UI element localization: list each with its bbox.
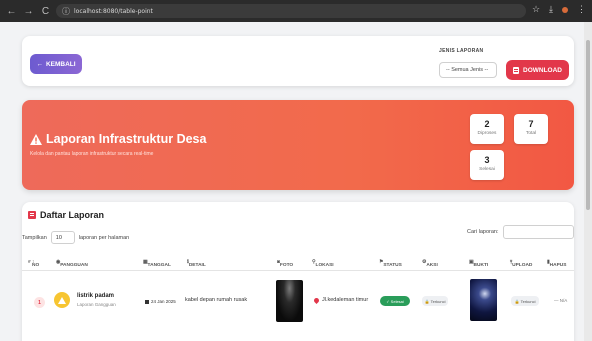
menu-dots-icon[interactable]: ⋮ [577, 4, 586, 15]
report-category: Laporan Gangguan [77, 302, 116, 307]
status-badge: ✓ Selesai [380, 296, 410, 306]
profile-avatar-icon[interactable] [562, 7, 568, 13]
stat-total: 7 Total [514, 114, 548, 144]
report-location-text: Jl.kedaleman timur [322, 297, 369, 303]
column-header-detail[interactable]: ℹ DETAIL [187, 260, 206, 268]
column-header-pangguan[interactable]: ◉ PANGGUAN [56, 260, 88, 268]
report-date-text: 24 Jan 2025 [151, 299, 176, 304]
stat-diproses: 2 Diproses [470, 114, 504, 144]
search-input[interactable] [503, 225, 574, 239]
page-scrollbar[interactable] [584, 22, 592, 341]
table-title-text: Daftar Laporan [40, 210, 105, 220]
report-type-select[interactable]: -- Semua Jenis -- [439, 62, 497, 78]
column-header-foto[interactable]: ◙ FOTO [277, 260, 293, 268]
stat-label: Selesai [479, 167, 495, 172]
table-row[interactable]: 1 listrik padam Laporan Gangguan 24 Jan … [22, 272, 574, 332]
report-photo[interactable] [276, 280, 303, 322]
bookmark-star-icon[interactable]: ☆ [532, 4, 540, 15]
column-header-no[interactable]: # NO ↕ [28, 260, 39, 268]
page-title-text: Laporan Infrastruktur Desa [46, 132, 207, 146]
download-button-label: DOWNLOAD [523, 66, 562, 74]
address-bar[interactable]: ⓘ localhost:8080/table-point [56, 4, 526, 18]
stat-value: 3 [484, 155, 490, 165]
back-button[interactable]: ← KEMBALI [30, 54, 82, 74]
search-label: Cari laporan: [467, 229, 499, 235]
calendar-icon [145, 299, 149, 304]
report-date: 24 Jan 2025 [145, 297, 176, 306]
scrollbar-thumb[interactable] [586, 40, 590, 210]
table-header: # NO ↕ ◉ PANGGUAN ▦ TANGGAL ℹ DETAIL ◙ F… [22, 257, 574, 269]
column-header-status[interactable]: ⚑ STATUS [379, 260, 402, 268]
report-detail: kabel depan rumah rusak [185, 297, 248, 303]
per-page-suffix: laporan per halaman [78, 234, 130, 241]
upload-locked-button[interactable]: 🔒 Terkunci [511, 296, 539, 306]
stat-label: Diproses [477, 131, 497, 136]
report-name: listrik padam [77, 293, 115, 299]
site-info-icon[interactable]: ⓘ [62, 6, 70, 17]
column-header-aksi[interactable]: ⚙ AKSI [422, 260, 438, 268]
show-label: Tampilkan [22, 234, 47, 241]
arrow-left-icon: ← [36, 60, 43, 68]
stat-selesai: 3 Selesai [470, 150, 504, 180]
aksi-locked-button[interactable]: 🔒 Terkunci [422, 296, 448, 306]
warning-icon [30, 133, 42, 145]
download-button[interactable]: DOWNLOAD [506, 60, 569, 80]
column-header-tanggal[interactable]: ▦ TANGGAL [143, 260, 171, 268]
page-length-control: Tampilkan 10 laporan per halaman [22, 231, 129, 244]
stat-value: 7 [528, 119, 534, 129]
document-icon [513, 66, 519, 74]
column-header-upload[interactable]: ⤒ UPLOAD [510, 260, 532, 268]
table-title: Daftar Laporan [28, 210, 104, 220]
page-subtitle: Kelola dan pantau laporan infrastruktur … [30, 151, 154, 157]
header-divider [22, 270, 574, 271]
report-type-label: JENIS LAPORAN [439, 48, 484, 54]
back-button-label: KEMBALI [45, 60, 76, 68]
column-header-hapus[interactable]: ▮ HAPUS [547, 260, 566, 268]
address-bar-url: localhost:8080/table-point [74, 7, 153, 15]
browser-actions: ☆ ⤓ ⋮ [532, 4, 586, 15]
report-location[interactable]: Jl.kedaleman timur [312, 296, 369, 304]
column-header-bukti[interactable]: ▣ BUKTI [469, 260, 488, 268]
page-title: Laporan Infrastruktur Desa [30, 132, 206, 146]
report-table-card: Daftar Laporan Tampilkan 10 laporan per … [22, 202, 574, 341]
column-header-lokasi[interactable]: ⚲ LOKASI [312, 260, 334, 268]
location-pin-icon [312, 296, 321, 304]
row-number: 1 [34, 297, 45, 308]
evidence-photo[interactable] [470, 279, 497, 321]
stat-value: 2 [484, 119, 490, 129]
list-icon [28, 211, 36, 219]
reload-icon[interactable]: C [40, 6, 51, 17]
per-page-select[interactable]: 10 [50, 231, 75, 244]
warning-avatar-icon [54, 292, 70, 308]
delete-unavailable: — N/A [554, 298, 568, 303]
download-icon[interactable]: ⤓ [549, 4, 553, 15]
back-arrow-icon[interactable]: ← [6, 6, 17, 17]
forward-arrow-icon[interactable]: → [23, 6, 34, 17]
summary-banner: Laporan Infrastruktur Desa Kelola dan pa… [22, 100, 574, 190]
header-card: ← KEMBALI JENIS LAPORAN -- Semua Jenis -… [22, 36, 574, 86]
stat-label: Total [525, 131, 537, 136]
browser-toolbar: ← → C ⓘ localhost:8080/table-point ☆ ⤓ ⋮ [0, 0, 592, 22]
